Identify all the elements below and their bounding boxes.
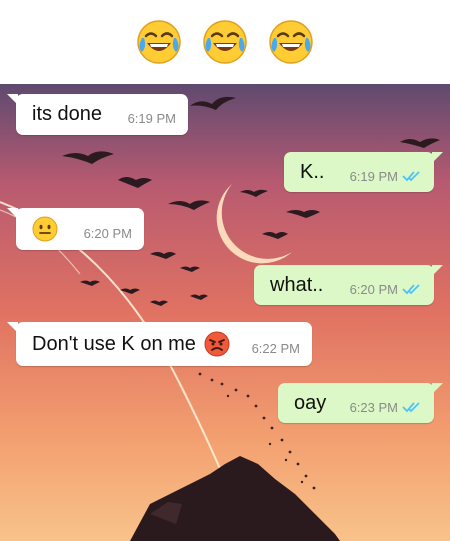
neutral-face-icon [32,216,58,242]
message-timestamp: 6:20 PM [83,225,132,241]
chat-conversation[interactable]: its done 6:19 PM K.. 6:19 PM 6:20 PM wha… [0,84,450,541]
message-bubble-outgoing[interactable]: oay 6:23 PM [278,383,443,423]
message-text: what.. [270,273,324,296]
message-bubble-incoming[interactable]: Don't use K on me 6:22 PM [7,322,312,366]
read-receipt-icon [402,171,420,182]
message-text: Don't use K on me [32,332,196,355]
message-timestamp: 6:23 PM [349,399,398,415]
read-receipt-icon [402,402,420,413]
message-bubble-outgoing[interactable]: K.. 6:19 PM [284,152,443,192]
message-bubble-outgoing[interactable]: what.. 6:20 PM [254,265,443,305]
message-timestamp: 6:19 PM [349,168,398,184]
face-with-tears-of-joy-icon [137,20,181,64]
read-receipt-icon [402,284,420,295]
message-timestamp: 6:20 PM [349,281,398,297]
message-timestamp: 6:22 PM [251,340,300,356]
message-text: oay [294,391,327,414]
message-text: K.. [300,160,325,183]
message-timestamp: 6:19 PM [127,111,176,126]
message-bubble-incoming[interactable]: its done 6:19 PM [7,94,188,135]
angry-face-icon [204,331,230,357]
caption-emoji-row [0,0,450,84]
message-bubble-incoming[interactable]: 6:20 PM [7,208,144,250]
face-with-tears-of-joy-icon [269,20,313,64]
face-with-tears-of-joy-icon [203,20,247,64]
message-text: its done [32,103,103,125]
